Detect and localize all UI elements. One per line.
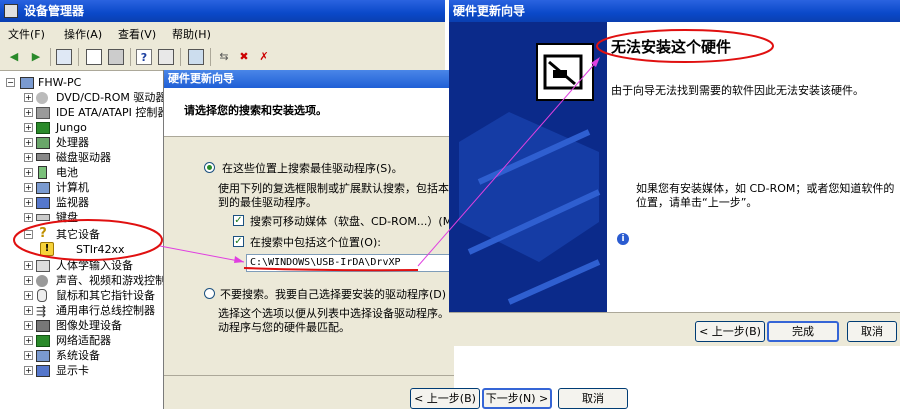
annotation-arrowhead [234, 256, 244, 263]
annotation-overlay [13, 29, 774, 272]
annotation-ellipse-other-devices [13, 219, 163, 261]
annotation-underline-path [243, 267, 419, 272]
annotation-ellipse-fail-heading [596, 29, 774, 63]
annotation-arrow-path-to-heading [417, 59, 599, 267]
annotation-arrowhead [591, 57, 600, 67]
annotation-arrow-device-to-path [159, 245, 245, 263]
